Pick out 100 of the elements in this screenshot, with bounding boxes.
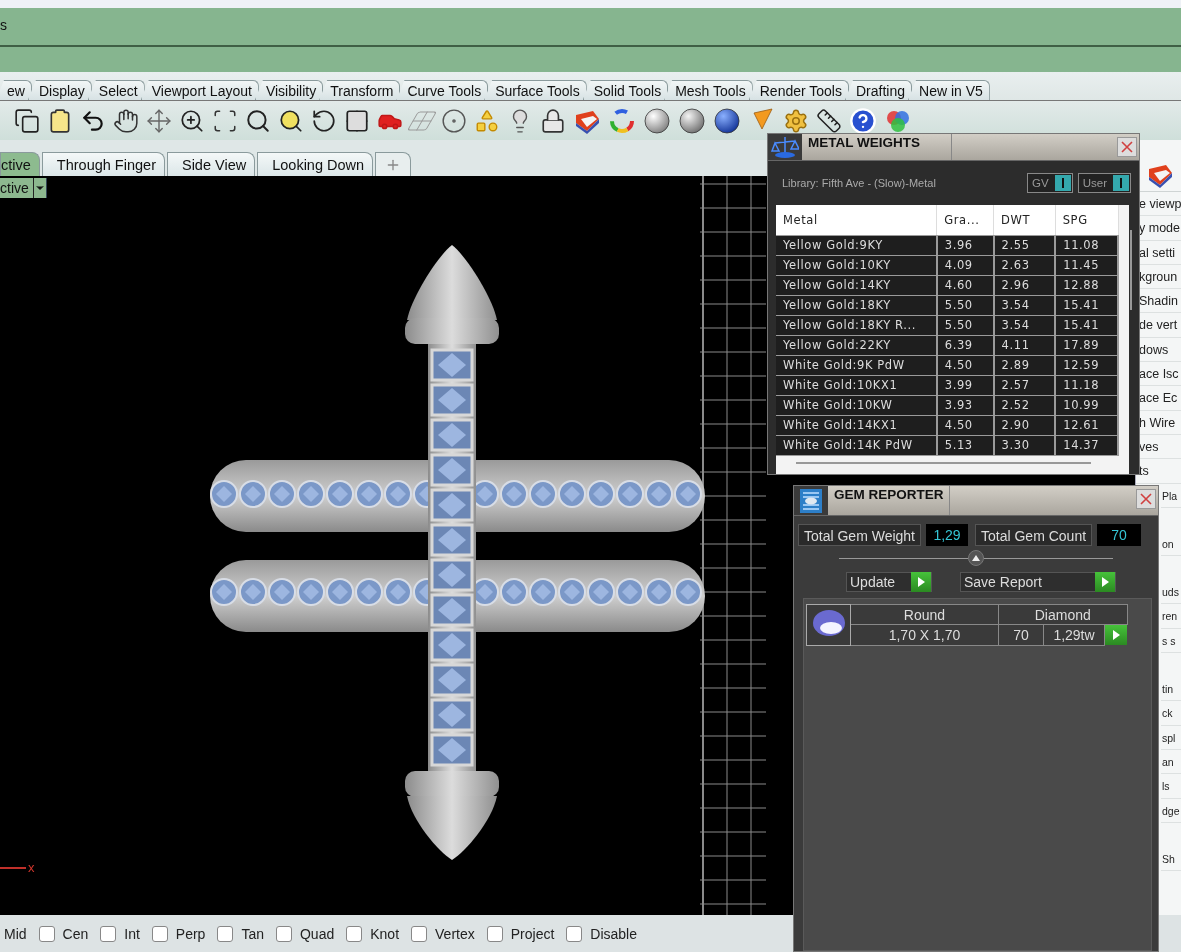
snap-label: Project <box>510 925 555 942</box>
checkbox[interactable] <box>411 925 428 942</box>
toolbar-tab[interactable]: Viewport Layout <box>140 80 259 100</box>
close-button[interactable] <box>1117 137 1137 157</box>
panel-title: METAL WEIGHTS <box>802 134 952 160</box>
table-cell: White Gold:14K PdW <box>776 435 937 455</box>
point-icon[interactable] <box>441 107 467 134</box>
zoom-window-icon[interactable] <box>212 107 238 134</box>
rotate-icon[interactable] <box>311 107 337 134</box>
scale-icon <box>771 135 799 159</box>
snap-label: Knot <box>370 925 400 942</box>
close-button[interactable] <box>1136 489 1156 509</box>
move-icon[interactable] <box>146 107 172 134</box>
snap-label: Cen <box>62 925 89 942</box>
search-icon[interactable] <box>245 107 271 134</box>
column-header[interactable]: Gra... <box>936 205 994 235</box>
total-weight-value: 1,29 <box>926 524 968 546</box>
table-cell: Diamond <box>998 604 1127 625</box>
panel-item[interactable]: tin <box>1161 677 1181 702</box>
table-cell: 3.96 <box>936 235 994 255</box>
checkbox[interactable] <box>346 925 363 942</box>
checkbox[interactable] <box>566 925 583 942</box>
close-icon <box>1139 492 1153 506</box>
toolbar-tab[interactable]: Mesh Tools <box>664 80 753 100</box>
checkbox[interactable] <box>38 925 55 942</box>
zoom-in-icon[interactable] <box>179 107 205 134</box>
sphere-icon[interactable] <box>713 106 741 135</box>
report-icon <box>799 487 823 514</box>
snap-label: Perp <box>175 925 206 942</box>
table-cell: Yellow Gold:10KY <box>776 255 937 275</box>
panel-item[interactable]: ren <box>1161 604 1181 629</box>
column-header[interactable]: SPG <box>1055 205 1118 235</box>
color-wheel-icon[interactable] <box>608 106 636 135</box>
checkbox[interactable] <box>276 925 292 942</box>
collapse-handle[interactable] <box>968 550 984 566</box>
hand-icon[interactable] <box>113 107 139 134</box>
checkbox[interactable] <box>217 925 234 942</box>
snap-label: Tan <box>241 925 264 942</box>
table-cell: 2.55 <box>993 235 1056 255</box>
table-cell: White Gold:10KW <box>776 395 937 415</box>
checkbox[interactable] <box>151 925 168 942</box>
action-button[interactable]: Save Report <box>960 572 1116 592</box>
toolbar-tab[interactable]: Select <box>87 80 145 100</box>
panel-item[interactable]: dge <box>1161 798 1181 823</box>
snap-label: Quad <box>300 925 335 942</box>
panel-item[interactable]: spl <box>1161 725 1181 750</box>
panel-item[interactable]: ck <box>1161 701 1181 726</box>
toolbar-tab[interactable]: ew <box>0 80 32 100</box>
toolbar-tab[interactable]: Display <box>27 80 92 100</box>
viewport-tab[interactable]: Side View <box>166 152 256 176</box>
panel-item[interactable]: on <box>1161 531 1181 557</box>
panel-item[interactable]: Pla <box>1161 483 1181 508</box>
toolbar-tab[interactable]: Transform <box>319 80 401 100</box>
window-title: s <box>0 17 7 33</box>
table-cell: Yellow Gold:22KY <box>776 335 937 355</box>
table-cell: White Gold:10KX1 <box>776 375 937 395</box>
action-button[interactable]: Update <box>846 572 932 592</box>
viewport-tab[interactable]: Through Finger <box>41 152 165 176</box>
snap-label: Vertex <box>435 925 475 942</box>
toolbar-tab[interactable]: Drafting <box>845 80 912 100</box>
toolbar-tab[interactable]: Visibility <box>254 80 324 100</box>
play-icon <box>917 577 925 587</box>
table-cell: Yellow Gold:14KY <box>776 275 937 295</box>
toolbar-tab[interactable]: Surface Tools <box>484 80 587 100</box>
sphere-icon[interactable] <box>678 106 706 135</box>
table-cell: Yellow Gold:9KY <box>776 235 937 255</box>
viewport-tab[interactable]: ctive <box>0 152 40 176</box>
toggle-button[interactable]: GV <box>1027 173 1073 193</box>
gear-icon[interactable] <box>783 107 809 134</box>
table-cell: Round <box>850 604 999 625</box>
help-icon[interactable] <box>849 106 877 135</box>
panel-item[interactable]: uds <box>1161 580 1181 605</box>
panel-item[interactable]: ls <box>1161 774 1181 799</box>
toolbar-tab[interactable]: Solid Tools <box>582 80 669 100</box>
checkbox[interactable] <box>100 925 117 942</box>
viewport-label[interactable]: ctive <box>0 178 47 198</box>
ruler-icon[interactable] <box>816 107 842 134</box>
scrollbar[interactable] <box>1130 230 1132 310</box>
toolbar-tab[interactable]: Curve Tools <box>396 80 489 100</box>
lock-icon[interactable] <box>540 107 566 134</box>
panel-item[interactable]: s s <box>1161 628 1181 654</box>
panel-item[interactable]: Sh <box>1161 846 1181 872</box>
table-cell: White Gold:14KX1 <box>776 415 937 435</box>
scrollbar[interactable] <box>796 462 1091 464</box>
toolbar-tab[interactable]: Render Tools <box>748 80 849 100</box>
checkbox[interactable] <box>486 925 503 942</box>
copy-icon[interactable] <box>14 107 40 134</box>
library-label: Library: Fifth Ave - (Slow)-Metal <box>782 177 937 189</box>
toolbar-tab[interactable]: New in V5 <box>908 80 990 100</box>
snap-label: Int <box>124 925 140 942</box>
column-header[interactable]: Metal <box>776 205 937 235</box>
panel-item[interactable]: an <box>1161 749 1181 775</box>
sphere-icon[interactable] <box>643 106 671 135</box>
column-header[interactable]: DWT <box>993 205 1056 235</box>
play-icon <box>1112 630 1120 640</box>
toggle-button[interactable]: User <box>1077 173 1131 193</box>
viewport-tab[interactable]: Looking Down <box>257 152 374 176</box>
zoom-selected-icon[interactable] <box>278 107 304 134</box>
total-weight-label: Total Gem Weight <box>798 524 921 546</box>
play-button[interactable] <box>1105 625 1127 645</box>
